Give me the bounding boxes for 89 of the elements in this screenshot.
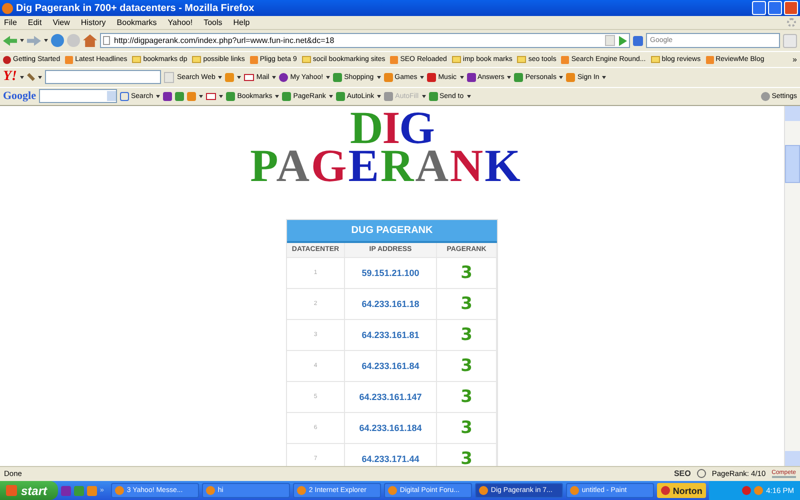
yahoo-logo[interactable]: Y!	[3, 69, 17, 86]
table-cell: 3	[460, 388, 472, 406]
folder-icon	[517, 56, 526, 63]
square-icon	[333, 72, 342, 82]
caret-icon[interactable]	[156, 94, 160, 98]
caret-icon[interactable]	[326, 76, 330, 79]
square-icon	[427, 72, 436, 82]
caret-icon[interactable]	[420, 76, 424, 79]
square-icon	[428, 92, 438, 101]
square-icon	[226, 92, 236, 101]
caret-icon[interactable]	[199, 94, 204, 98]
caret-icon[interactable]	[328, 94, 333, 98]
flag-icon	[6, 485, 17, 496]
square-icon	[514, 72, 524, 82]
norton-button[interactable]: Norton	[656, 483, 706, 498]
menu-item[interactable]: Yahoo!	[168, 18, 193, 28]
address-bar[interactable]: http://digpagerank.com/index.php?url=www.fun-inc.net&dc=18	[100, 33, 630, 48]
feed-icon	[561, 56, 570, 64]
caret-icon[interactable]	[38, 76, 42, 79]
menu-item[interactable]: Edit	[28, 18, 42, 28]
feed-icon	[65, 56, 74, 64]
square-icon	[384, 92, 394, 101]
table-cell: 64.233.161.18	[362, 298, 420, 309]
caret-icon[interactable]	[466, 94, 471, 98]
square-icon	[282, 92, 292, 101]
table-cell: 64.233.161.147	[359, 392, 422, 402]
table-cell: 64.233.161.84	[362, 360, 420, 371]
window-title: Dig Pagerank in 700+ datacenters - Mozilla Firefox	[16, 2, 256, 14]
feed-icon	[390, 56, 398, 64]
folder-icon	[192, 56, 202, 63]
caret-icon[interactable]	[507, 76, 512, 79]
search-field[interactable]	[45, 70, 161, 84]
table-title: DUG PAGERANK	[287, 220, 497, 243]
menu-item[interactable]: History	[80, 18, 106, 28]
square-icon	[566, 72, 576, 82]
square-icon[interactable]	[163, 92, 172, 101]
table-cell: 64.233.161.81	[362, 330, 420, 340]
square-icon	[466, 72, 476, 82]
menu-item[interactable]: View	[52, 18, 70, 28]
envelope-icon	[244, 74, 254, 81]
overflow-button[interactable]: »	[792, 55, 797, 64]
table-cell: 3	[460, 418, 472, 437]
caret-icon[interactable]	[219, 94, 224, 98]
table-cell: 3	[460, 356, 472, 375]
table-cell: 64.233.161.184	[359, 422, 422, 433]
scrollbar[interactable]	[784, 106, 800, 466]
table-cell: 3	[460, 264, 472, 282]
square-icon[interactable]	[175, 92, 184, 101]
minimize-button[interactable]	[752, 1, 766, 16]
spinner-icon	[787, 18, 796, 28]
caret-icon[interactable]	[237, 76, 242, 79]
table-cell: 64.233.171.44	[362, 454, 420, 464]
restore-button[interactable]	[768, 1, 782, 16]
envelope-icon[interactable]	[206, 92, 216, 100]
caret-icon[interactable]	[218, 76, 222, 79]
caret-icon[interactable]	[20, 76, 24, 79]
square-icon	[384, 72, 393, 82]
logo-text: DIG	[350, 108, 434, 147]
caret-icon[interactable]	[460, 76, 464, 79]
logo-text: PAGERANK	[250, 146, 522, 185]
table-cell: 3	[460, 294, 472, 313]
table-cell: 3	[460, 326, 472, 344]
menu-item[interactable]: Help	[233, 18, 250, 28]
caret-icon[interactable]	[602, 76, 606, 79]
table-cell: 3	[460, 450, 472, 466]
caret-icon[interactable]	[559, 76, 564, 79]
folder-icon	[132, 56, 142, 63]
close-button[interactable]	[784, 1, 798, 16]
menu-item[interactable]: File	[4, 18, 17, 28]
caret-icon[interactable]	[376, 76, 381, 79]
table-cell: 59.151.21.100	[362, 268, 420, 278]
seo-label[interactable]: SEO	[674, 469, 691, 478]
square-icon	[336, 92, 345, 101]
feed-icon	[250, 56, 258, 64]
menu-item[interactable]: Tools	[204, 18, 222, 28]
folder-icon	[650, 56, 660, 63]
folder-icon	[452, 56, 461, 63]
caret-icon[interactable]	[275, 94, 280, 98]
folder-icon	[302, 56, 311, 63]
caret-icon[interactable]	[20, 39, 24, 42]
search-field[interactable]	[39, 89, 117, 104]
menu-item[interactable]: Bookmarks	[116, 18, 157, 28]
caret-icon[interactable]	[422, 94, 426, 98]
caret-icon[interactable]	[377, 94, 382, 98]
caret-icon[interactable]	[44, 39, 48, 42]
home-icon[interactable]	[83, 34, 97, 48]
caret-icon[interactable]	[272, 76, 276, 79]
google-logo[interactable]: Google	[3, 90, 36, 102]
feed-icon	[706, 56, 714, 64]
